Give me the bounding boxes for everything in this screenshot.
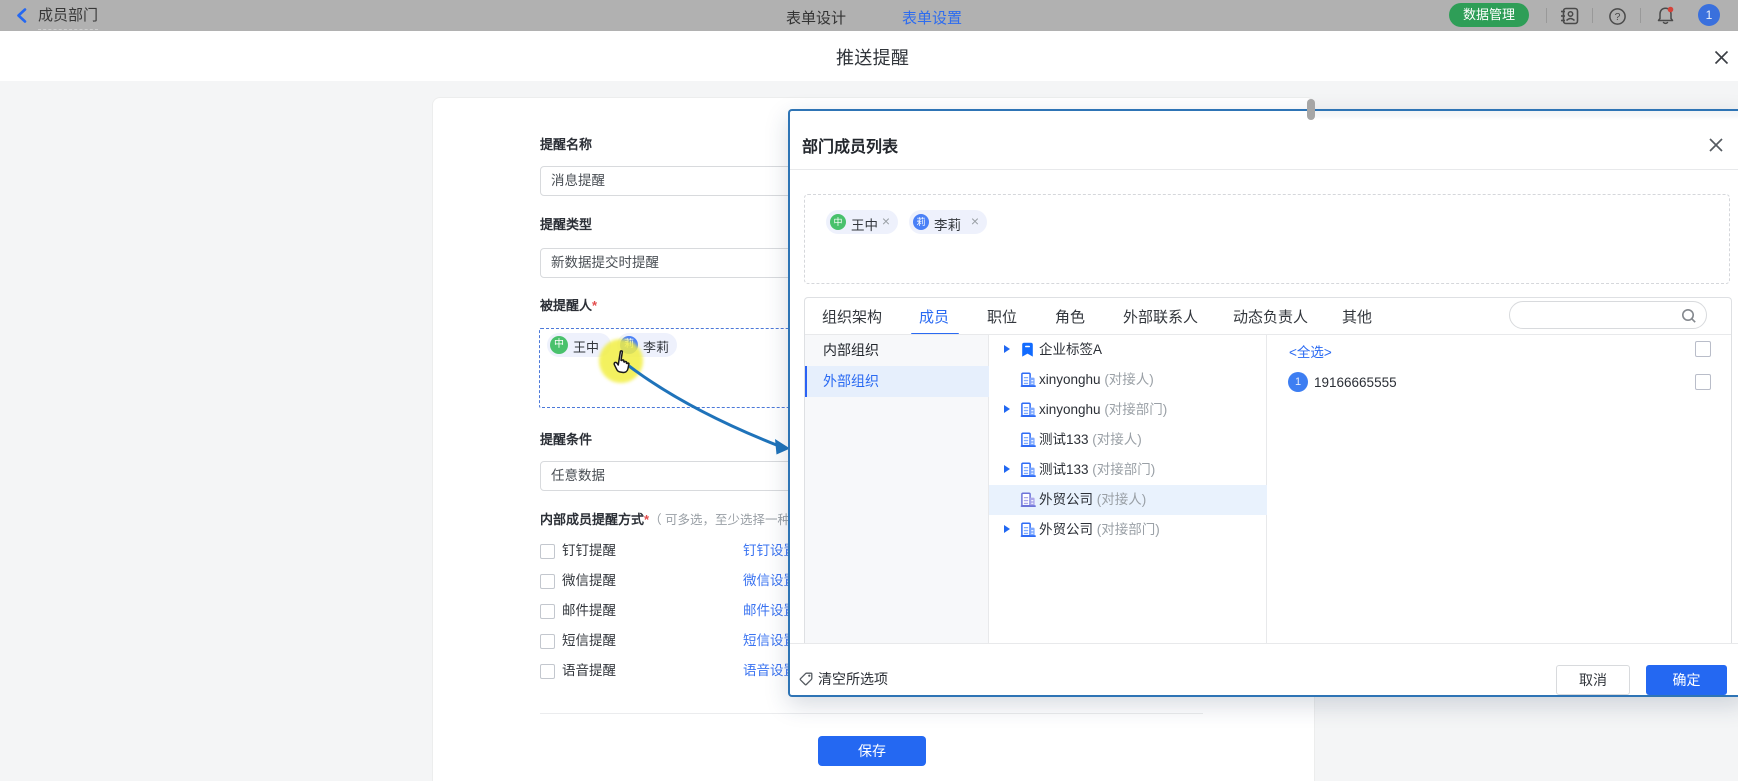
svg-text:?: ? — [1615, 11, 1621, 23]
